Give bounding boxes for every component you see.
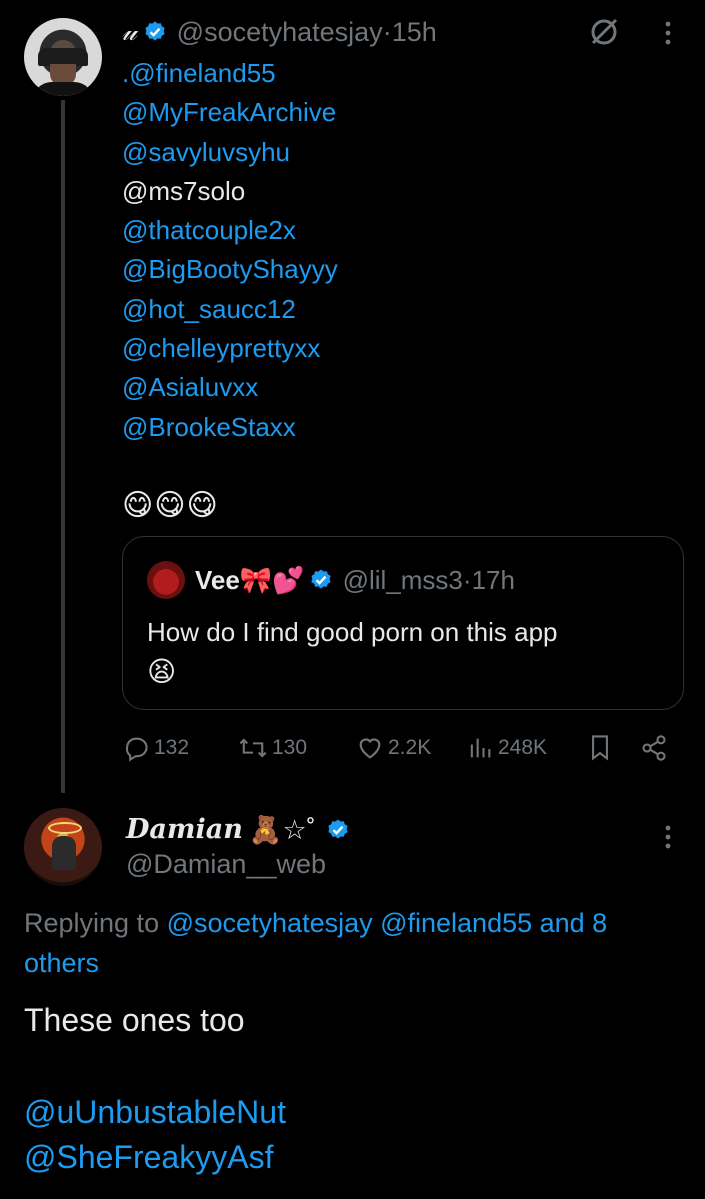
tweet-actions-bar: 132 130 2.2K 248K xyxy=(122,728,682,768)
quoted-avatar xyxy=(147,561,185,599)
views-chart-icon xyxy=(470,738,491,758)
mention-link[interactable]: @savyluvsyhu xyxy=(122,133,338,172)
share-icon xyxy=(642,735,666,761)
time-separator: · xyxy=(462,565,472,595)
share-button[interactable] xyxy=(640,728,672,768)
heart-icon xyxy=(359,738,381,759)
reply-count: 132 xyxy=(154,736,190,759)
grok-icon[interactable] xyxy=(586,14,622,50)
author-name[interactable]: Damian xyxy=(126,812,243,848)
mention-link[interactable]: @chelleyprettyxx xyxy=(122,329,338,368)
thread-connector-line xyxy=(61,100,65,793)
view-count: 248K xyxy=(498,736,548,759)
like-button[interactable]: 2.2K xyxy=(356,728,431,768)
tweet-text: .@fineland55 @MyFreakArchive @savyluvsyh… xyxy=(122,54,338,447)
mention-link[interactable]: @hot_saucc12 xyxy=(122,290,338,329)
quoted-tweet-card[interactable]: Vee🎀💕 @lil_mss3 · 17h How do I find good… xyxy=(122,536,684,710)
avatar[interactable] xyxy=(24,808,102,886)
quoted-tweet-header: Vee🎀💕 @lil_mss3 · 17h xyxy=(195,561,515,599)
mention-link[interactable]: .@fineland55 xyxy=(122,54,338,93)
mention-link[interactable]: @Asialuvxx xyxy=(122,368,338,407)
author-name-decor: 🧸☆˚ xyxy=(248,815,316,845)
bookmark-icon xyxy=(592,735,608,761)
mention-link[interactable]: @SheFreakyyAsf xyxy=(24,1135,286,1180)
retweet-count: 130 xyxy=(272,736,308,759)
replying-prefix: Replying to xyxy=(24,908,167,938)
author-handle[interactable]: @Damian__web xyxy=(126,846,326,882)
mention-link[interactable]: @MyFreakArchive xyxy=(122,93,338,132)
tweet-time[interactable]: 15h xyxy=(392,14,437,50)
replying-to-line: Replying to @socetyhatesjay @fineland55 … xyxy=(24,903,689,983)
retweet-icon xyxy=(239,738,267,758)
retweet-button[interactable]: 130 xyxy=(238,728,307,768)
like-count: 2.2K xyxy=(388,736,432,759)
tweet-text: These ones too xyxy=(24,1002,245,1038)
mention-list: @uUnbustableNut @SheFreakyyAsf xyxy=(24,1090,286,1180)
mention-link[interactable]: @BrookeStaxx xyxy=(122,408,338,447)
views-button[interactable]: 248K xyxy=(466,728,547,768)
mention-link[interactable]: @uUnbustableNut xyxy=(24,1090,286,1135)
verified-badge-icon xyxy=(328,819,348,839)
quoted-tweet-text: How do I find good porn on this app xyxy=(147,617,558,647)
emoji-text: 😋😋😋 xyxy=(122,489,219,522)
time-separator: · xyxy=(382,17,392,47)
quoted-emoji: 😫 xyxy=(147,656,177,687)
bookmark-button[interactable] xyxy=(586,728,618,768)
tweet-header: 𝓊 @socetyhatesjay · 15h xyxy=(122,14,437,50)
author-name[interactable]: 𝓊 xyxy=(122,14,137,50)
verified-badge-icon xyxy=(145,21,165,41)
mention-link[interactable]: @BigBootyShayyy xyxy=(122,250,338,289)
reply-button[interactable]: 132 xyxy=(122,728,189,768)
quoted-author-name: Vee🎀💕 xyxy=(195,565,305,595)
verified-badge-icon xyxy=(310,569,331,589)
more-options-icon[interactable] xyxy=(658,822,678,852)
mention-text: @ms7solo xyxy=(122,175,246,206)
avatar[interactable] xyxy=(24,18,102,96)
mention-link[interactable]: @thatcouple2x xyxy=(122,211,338,250)
quoted-author-handle: @lil_mss3 xyxy=(342,565,463,595)
tweet-header: Damian 🧸☆˚ xyxy=(126,812,360,848)
reply-icon xyxy=(125,737,148,762)
quoted-tweet-time: 17h xyxy=(471,565,515,595)
more-options-icon[interactable] xyxy=(658,18,678,48)
author-handle[interactable]: @socetyhatesjay xyxy=(177,14,383,50)
